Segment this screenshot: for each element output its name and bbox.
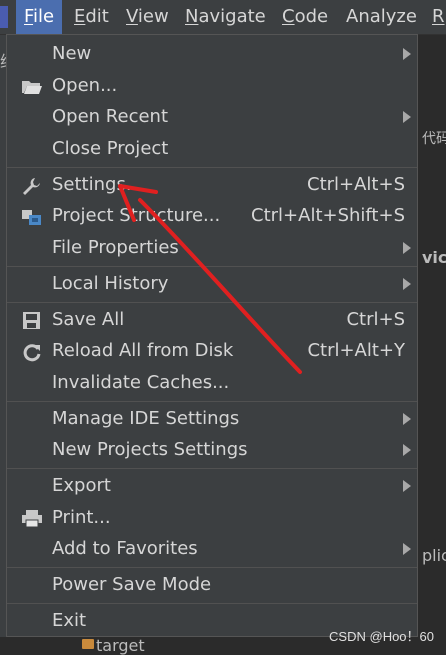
menu-item-file-properties[interactable]: File Properties: [7, 233, 417, 264]
menu-separator: [7, 401, 417, 402]
menu-item-open[interactable]: Open...: [7, 71, 417, 102]
menu-edit[interactable]: Edit: [74, 0, 109, 34]
menu-item-manage-ide-settings[interactable]: Manage IDE Settings: [7, 404, 417, 435]
app-icon: [0, 6, 8, 28]
menu-separator: [7, 567, 417, 568]
menu-item-print[interactable]: Print...: [7, 503, 417, 534]
background-right-text-1: 代码: [422, 131, 446, 147]
menu-item-add-to-favorites[interactable]: Add to Favorites: [7, 534, 417, 565]
menu-separator: [7, 167, 417, 168]
folder-open-icon: [21, 77, 43, 97]
menu-analyze[interactable]: Analyze: [346, 0, 417, 34]
submenu-arrow-icon: [403, 543, 411, 555]
menu-item-settings[interactable]: Settings... Ctrl+Alt+S: [7, 170, 417, 201]
menu-refactor[interactable]: R: [432, 0, 445, 34]
tree-item-target[interactable]: target: [96, 636, 145, 655]
menu-item-new-projects-settings[interactable]: New Projects Settings: [7, 435, 417, 466]
submenu-arrow-icon: [403, 444, 411, 456]
submenu-arrow-icon: [403, 111, 411, 123]
menu-item-open-recent[interactable]: Open Recent: [7, 102, 417, 133]
menu-file[interactable]: File: [16, 0, 63, 34]
project-structure-icon: [21, 207, 43, 227]
background-right-text-3: plic: [422, 546, 446, 565]
main-menu-bar: File Edit View Navigate Code Analyze R: [0, 0, 446, 35]
submenu-arrow-icon: [403, 242, 411, 254]
menu-code[interactable]: Code: [282, 0, 328, 34]
file-menu-dropdown: New Open... Open Recent Close Project Se…: [6, 34, 418, 637]
printer-icon: [21, 509, 43, 529]
menu-separator: [7, 302, 417, 303]
menu-separator: [7, 468, 417, 469]
menu-item-local-history[interactable]: Local History: [7, 269, 417, 300]
menu-item-power-save-mode[interactable]: Power Save Mode: [7, 570, 417, 601]
menu-item-project-structure[interactable]: Project Structure... Ctrl+Alt+Shift+S: [7, 201, 417, 232]
menu-item-reload-all[interactable]: Reload All from Disk Ctrl+Alt+Y: [7, 336, 417, 367]
folder-icon: [82, 639, 94, 649]
menu-view[interactable]: View: [126, 0, 169, 34]
submenu-arrow-icon: [403, 413, 411, 425]
menu-item-new[interactable]: New: [7, 39, 417, 70]
menu-separator: [7, 266, 417, 267]
submenu-arrow-icon: [403, 480, 411, 492]
submenu-arrow-icon: [403, 278, 411, 290]
background-right-text-2: vic: [422, 248, 446, 267]
menu-item-export[interactable]: Export: [7, 471, 417, 502]
menu-separator: [7, 603, 417, 604]
menu-item-save-all[interactable]: Save All Ctrl+S: [7, 305, 417, 336]
menu-item-close-project[interactable]: Close Project: [7, 134, 417, 165]
submenu-arrow-icon: [403, 48, 411, 60]
refresh-icon: [21, 342, 43, 362]
menu-navigate[interactable]: Navigate: [185, 0, 266, 34]
menu-item-invalidate-caches[interactable]: Invalidate Caches...: [7, 368, 417, 399]
wrench-icon: [21, 176, 43, 196]
watermark: CSDN @Hoo！60: [329, 629, 434, 644]
save-icon: [21, 311, 43, 331]
